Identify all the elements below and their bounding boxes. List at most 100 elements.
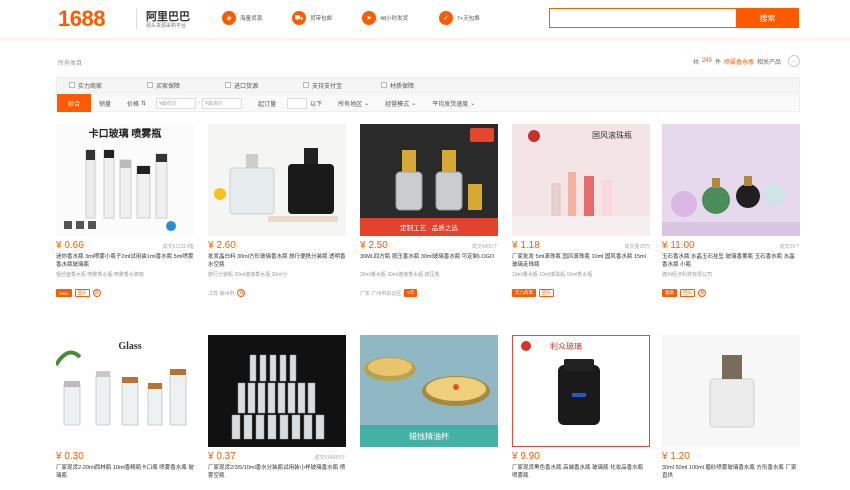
breadcrumb[interactable]: 所有类目	[58, 58, 82, 67]
product-image[interactable]: 国风滚珠瓶	[512, 124, 650, 236]
product-image-graphic	[662, 124, 800, 236]
product-tags: beck 回头 源	[56, 289, 194, 297]
filter-checkbox[interactable]: 进口货源	[225, 81, 291, 90]
feature-label: 海量货源	[240, 16, 263, 22]
filter-checkbox-row: 实力商家 买家保障 进口货源 支持支付宝 材质保障	[56, 77, 800, 93]
logo-divider	[136, 9, 137, 29]
tag-badge: 源	[92, 289, 101, 297]
filter-checkbox[interactable]: 买家保障	[147, 81, 213, 90]
feature-label: 48小时发货	[380, 16, 409, 22]
filter-checkbox[interactable]: 实力商家	[69, 81, 135, 90]
product-card[interactable]: ¥ 1.20 30ml 50ml 100ml 磨砂喷雾玻璃香水瓶 方形香水瓶 厂…	[662, 335, 800, 480]
feature-item: ✓ 7+天包换	[439, 11, 480, 25]
product-sold: 成交量20万	[624, 244, 650, 250]
product-keywords[interactable]: 钢丝面香水瓶 喷雾香水瓶 喷雾香水玻璃	[56, 271, 194, 279]
product-card[interactable]: 利众玻璃 ¥ 9.90 厂家现货黑色香水瓶 高端香水瓶 玻璃瓶 化妆品香水瓶 喷…	[512, 335, 650, 480]
product-image[interactable]: Glass	[56, 335, 194, 447]
product-keywords[interactable]: 德州经济科技有限公司	[662, 271, 800, 279]
checkbox-label: 买家保障	[156, 83, 181, 90]
product-card[interactable]: 国风滚珠瓶 ¥ 1.18 成交量20万 厂家批发 5ml滚珠瓶 国风滚珠瓶 10…	[512, 124, 650, 297]
checkbox-icon[interactable]	[225, 82, 231, 88]
chevron-down-icon: ⌄	[411, 100, 417, 107]
product-title[interactable]: 批发晶白料 30ml方形玻璃香水瓶 旅行便携分装瓶 透明香水空瓶	[208, 253, 346, 269]
dropdown-ship-speed[interactable]: 平均发货速度 ⌄	[424, 99, 483, 108]
product-sold: 成交514683个	[314, 455, 346, 461]
sort-bar: 综合 销量 价格 ⇅ ¥最低价 - ¥最高价 起订量 以下 所有地区 ⌄ 经营模式 ⌄…	[56, 94, 800, 112]
product-card[interactable]: ¥ 11.00 成交29个 玉石香水瓶 水晶玉石挂坠 玻璃香薰瓶 玉石香水瓶 水…	[662, 124, 800, 297]
product-image-graphic	[662, 335, 800, 447]
product-card[interactable]: Glass ¥ 0.30 厂家现货2-20ml西林瓶 10ml香精瓶卡口瓶 喷雾…	[56, 335, 194, 480]
product-card[interactable]: 蜡烛精油杯	[360, 335, 498, 447]
tag-badge: 回头	[680, 289, 695, 297]
checkbox-label: 进口货源	[234, 83, 259, 90]
dropdown-label: 所有地区	[338, 101, 363, 108]
moq-unit: 以下	[310, 101, 323, 108]
tag-badge: 回头	[539, 289, 554, 297]
product-title[interactable]: 厂家现货2/3/5/10ml香水分装瓶试用装小样玻璃香水瓶 喷雾空瓶	[208, 464, 346, 480]
product-card[interactable]: ¥ 2.60 批发晶白料 30ml方形玻璃香水瓶 旅行便携分装瓶 透明香水空瓶 …	[208, 124, 346, 297]
product-tags: 江苏 徐州市 源	[208, 289, 346, 297]
product-title[interactable]: 厂家现货黑色香水瓶 高端香水瓶 玻璃瓶 化妆品香水瓶 喷雾瓶	[512, 464, 650, 480]
price-max-input[interactable]: ¥最高价	[202, 97, 243, 109]
sort-label: 销量	[99, 101, 112, 108]
product-price: ¥ 9.90	[512, 451, 540, 462]
sort-price[interactable]: 价格 ⇅	[119, 99, 154, 108]
filter-checkbox[interactable]: 支持支付宝	[303, 81, 369, 90]
product-tags: 广东 广州市白云区 5年	[360, 289, 498, 297]
product-image-graphic: 蜡烛精油杯	[360, 335, 498, 447]
product-keywords[interactable]: 10ml香水瓶 10ml滚珠瓶 15ml香水瓶	[512, 271, 650, 279]
checkbox-label: 实力商家	[78, 83, 103, 90]
checkbox-icon[interactable]	[303, 82, 309, 88]
feature-label: 货带包邮	[310, 16, 333, 22]
product-title[interactable]: 30ML四方瓶 按压香水瓶 30ml玻璃香水瓶 可定制LOGO	[360, 253, 498, 269]
checkbox-label: 支持支付宝	[312, 83, 343, 90]
product-card[interactable]: ¥ 0.37 成交514683个 厂家现货2/3/5/10ml香水分装瓶试用装小…	[208, 335, 346, 480]
filter-checkbox[interactable]: 材质保障	[381, 81, 447, 90]
image-caption: 国风滚珠瓶	[592, 130, 632, 140]
search-button[interactable]: 搜索	[736, 8, 799, 28]
product-price: ¥ 2.50	[360, 240, 388, 251]
feature-label: 7+天包换	[457, 16, 480, 22]
sort-sales[interactable]: 销量	[91, 99, 119, 108]
more-icon[interactable]: ⋯	[788, 55, 800, 67]
sort-comprehensive[interactable]: 综合	[57, 94, 91, 112]
product-sold: 成交4000个	[471, 244, 498, 250]
product-title[interactable]: 迷你香水瓶 3ml喷雾小瓶子2ml试用装1ml香水瓶 5ml喷雾香水瓶玻璃瓶	[56, 253, 194, 269]
product-keywords[interactable]: 旅行分装瓶 30ml玻璃香水瓶 30ml分	[208, 271, 346, 279]
dropdown-region[interactable]: 所有地区 ⌄	[330, 99, 377, 108]
product-image[interactable]	[208, 124, 346, 236]
tag-badge: 源	[698, 289, 706, 297]
product-image[interactable]	[208, 335, 346, 447]
search-input[interactable]	[549, 8, 738, 28]
product-title[interactable]: 厂家现货2-20ml西林瓶 10ml香精瓶卡口瓶 喷雾香水瓶 玻璃瓶	[56, 464, 194, 480]
product-title[interactable]: 厂家批发 5ml滚珠瓶 国风滚珠瓶 10ml 国风香水瓶 15ml玻璃走珠瓶	[512, 253, 650, 269]
site-logo[interactable]: 1688	[58, 6, 105, 32]
price-min-input[interactable]: ¥最低价	[156, 97, 197, 109]
product-card[interactable]: 卡口玻璃 喷雾瓶 ¥ 0.66 成交512114笔 迷你香水瓶 3ml喷雾小瓶子…	[56, 124, 194, 297]
tag-badge: 源	[237, 289, 246, 297]
product-price: ¥ 11.00	[662, 240, 695, 251]
product-image[interactable]	[662, 124, 800, 236]
moq-input[interactable]	[287, 97, 308, 109]
product-sold: 成交512114笔	[162, 244, 194, 250]
moq-label: 起订量	[258, 101, 277, 108]
product-image[interactable]	[662, 335, 800, 447]
dropdown-label: 平均发货速度	[432, 101, 469, 108]
checkbox-icon[interactable]	[69, 82, 75, 88]
product-title[interactable]: 30ml 50ml 100ml 磨砂喷雾玻璃香水瓶 方形香水瓶 厂家直供	[662, 464, 800, 480]
feature-item: ◈ 海量货源	[222, 11, 262, 25]
checkbox-icon[interactable]	[381, 82, 387, 88]
product-card[interactable]: 定制工艺 · 品质之选 ¥ 2.50 成交4000个 30ML四方瓶 按压香水瓶…	[360, 124, 498, 297]
dropdown-business-mode[interactable]: 经营模式 ⌄	[377, 99, 424, 108]
product-image[interactable]: 卡口玻璃 喷雾瓶	[56, 124, 194, 236]
checkbox-icon[interactable]	[147, 82, 153, 88]
truck-icon: ⛟	[292, 11, 306, 25]
product-title[interactable]: 玉石香水瓶 水晶玉石挂坠 玻璃香薰瓶 玉石香水瓶 水晶香水瓶 小瓶	[662, 253, 800, 269]
product-location: 江苏 徐州市	[208, 290, 235, 297]
product-image[interactable]: 定制工艺 · 品质之选	[360, 124, 498, 236]
top-header: 1688 阿里巴巴 源头货源采购平台 ◈ 海量货源 ⛟ 货带包邮 ➤ 48小时发…	[0, 0, 850, 38]
product-image[interactable]: 利众玻璃	[512, 335, 650, 447]
product-keywords[interactable]: 30ml香水瓶 30ml玻璃香水瓶 按压香	[360, 271, 498, 279]
product-image[interactable]: 蜡烛精油杯	[360, 335, 498, 447]
product-sold: 成交29个	[779, 244, 800, 250]
